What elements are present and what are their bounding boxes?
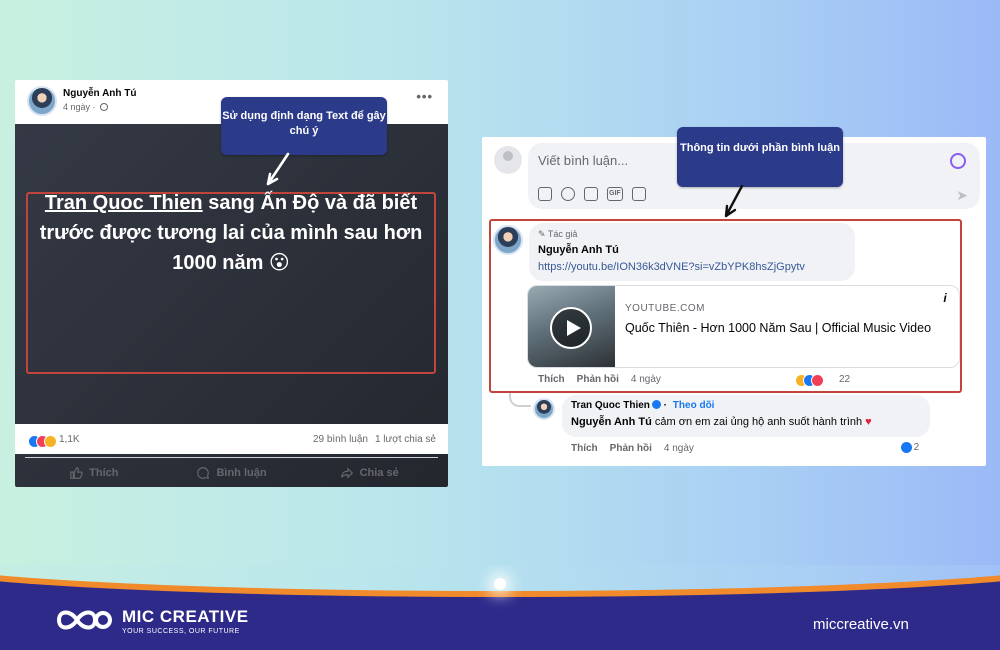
brand-slogan: YOUR SUCCESS, OUR FUTURE [122,628,240,635]
camera-icon[interactable] [584,187,598,201]
verified-badge-icon [651,400,661,409]
comment-reaction-count[interactable]: 22 [839,374,850,385]
brand-name: MIC CREATIVE [122,607,249,626]
like-label: Thích [89,466,119,479]
heart-icon: ♥ [865,416,872,428]
info-icon[interactable]: i [935,288,955,308]
reply-author-avatar[interactable] [533,398,555,420]
post-author-name[interactable]: Nguyễn Anh Tú [63,88,137,99]
wow-reaction-icon [44,435,57,449]
comment-bubble-icon [197,466,210,479]
reply-like-button[interactable]: Thích [571,443,598,454]
send-icon[interactable]: ➤ [956,187,968,204]
comment-input[interactable]: Viết bình luận... [538,153,628,168]
reaction-count[interactable]: 1,1K [59,434,80,445]
light-glow [494,578,506,590]
comment-button[interactable]: Bình luận [163,458,301,487]
ai-sparkle-icon[interactable] [950,153,966,169]
comment-like-button[interactable]: Thích [538,374,565,385]
callout-text-format: Sử dụng định dạng Text để gây chú ý [221,97,387,155]
author-badge-label: Tác giả [547,229,578,239]
reply-message: cảm ơn em zai ủng hộ anh suốt hành trình [651,416,863,428]
share-label: Chia sẻ [359,466,399,479]
play-icon[interactable] [550,307,592,349]
author-avatar[interactable] [27,86,57,116]
reply-mention[interactable]: Nguyễn Anh Tú [571,416,652,428]
reaction-icons[interactable] [28,433,57,451]
brand-footer: MIC CREATIVE YOUR SUCCESS, OUR FUTURE mi… [0,565,1000,650]
globe-icon [100,103,109,111]
reply-like-count[interactable]: 2 [900,441,919,454]
youtube-link-preview[interactable]: YOUTUBE.COM Quốc Thiên - Hơn 1000 Năm Sa… [527,285,960,368]
post-text: Tran Quoc Thien sang Ấn Độ và đã biết tr… [31,188,431,278]
comment-count[interactable]: 29 bình luận [313,434,368,445]
reply-thread-line [509,393,531,407]
follow-button[interactable]: Theo dõi [673,400,715,411]
reply-text: Nguyễn Anh Tú cảm ơn em zai ủng hộ anh s… [571,416,872,428]
comment-youtube-link[interactable]: https://youtu.be/ION36k3dVNE?si=vZbYPK8h… [538,261,805,273]
callout-comment-info: Thông tin dưới phần bình luận [677,127,843,187]
brand-website[interactable]: miccreative.vn [813,616,909,633]
share-arrow-icon [340,466,353,479]
post-mention-link[interactable]: Tran Quoc Thien [45,192,203,214]
reply-bubble: Tran Quoc Thien · Theo dõi Nguyễn Anh Tú… [562,395,930,437]
composer-toolbar: GIF [538,187,646,201]
share-button[interactable]: Chia sẻ [300,458,438,487]
emoji-icon[interactable] [561,187,575,201]
like-reaction-icon [900,441,913,454]
comment-bubble: ✎ Tác giả Nguyễn Anh Tú https://youtu.be… [529,223,855,281]
post-stats: 1,1K 29 bình luận 1 lượt chia sẻ [15,424,448,454]
post-actions: Thích Bình luận Chia sẻ [25,457,438,487]
like-button[interactable]: Thích [25,458,163,487]
author-badge: ✎ Tác giả [538,229,578,239]
callout-arrow-left [266,152,290,186]
more-options-icon[interactable]: ••• [416,89,433,104]
current-user-avatar [494,146,522,174]
comment-meta: Thích Phản hồi 4 ngày [538,374,661,385]
reply-meta: Thích Phản hồi 4 ngày [571,443,694,454]
avatar-sticker-icon[interactable] [538,187,552,201]
preview-domain: YOUTUBE.COM [625,303,705,314]
thumbs-up-icon [70,466,83,479]
post-time-text: 4 ngày [63,102,91,112]
sticker-icon[interactable] [631,187,646,201]
post-timestamp[interactable]: 4 ngày · [63,102,109,112]
callout-arrow-right [724,184,744,218]
gif-icon[interactable]: GIF [607,187,623,201]
reply-header: Tran Quoc Thien · Theo dõi [571,400,715,411]
comment-reply-button[interactable]: Phản hồi [577,374,619,385]
reply-time[interactable]: 4 ngày [664,443,694,454]
comment-label: Bình luận [216,466,267,479]
comment-reaction-icons[interactable] [795,372,824,390]
preview-title[interactable]: Quốc Thiên - Hơn 1000 Năm Sau | Official… [625,320,945,336]
comment-time[interactable]: 4 ngày [631,374,661,385]
reply-like-count-text: 2 [913,442,920,454]
reply-reply-button[interactable]: Phản hồi [610,443,652,454]
comment-author-avatar[interactable] [493,225,523,255]
share-count[interactable]: 1 lượt chia sẻ [375,434,436,445]
mic-creative-logo [56,610,112,630]
reply-author-name[interactable]: Tran Quoc Thien [571,400,650,411]
comment-author-name[interactable]: Nguyễn Anh Tú [538,244,619,256]
video-thumbnail[interactable] [528,286,615,367]
